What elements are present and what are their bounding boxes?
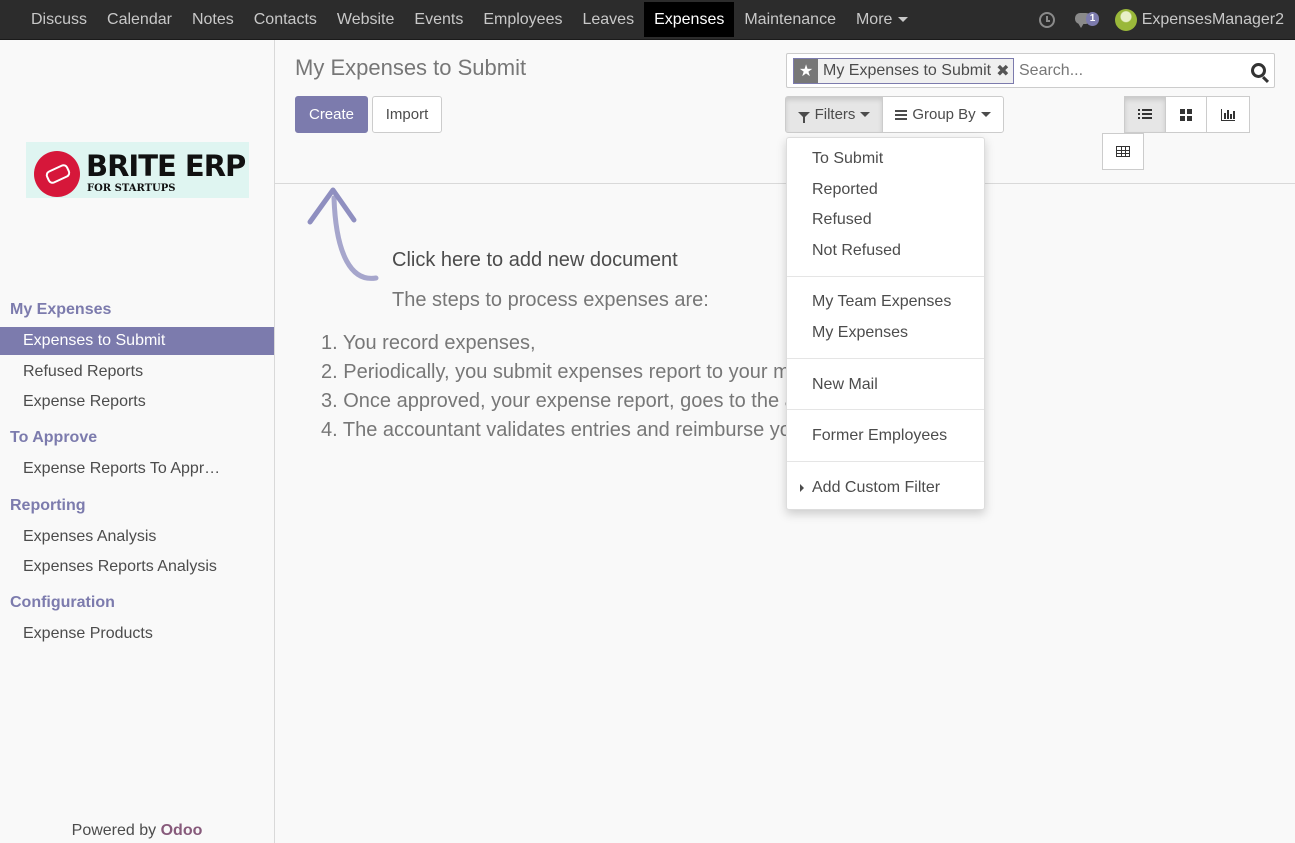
chat-counter-badge: 1 — [1085, 12, 1100, 26]
filter-former-employees[interactable]: Former Employees — [812, 427, 947, 445]
messaging-button[interactable]: 1 — [1074, 11, 1101, 29]
activity-button[interactable] — [1038, 12, 1075, 28]
user-menu[interactable]: ExpensesManager2 — [1114, 9, 1284, 31]
create-button[interactable]: Create — [295, 96, 368, 133]
curved-arrow-icon — [307, 187, 379, 281]
dropdown-divider — [787, 358, 984, 359]
groupby-label: Group By — [912, 106, 976, 123]
search-facet-label: My Expenses to Submit — [823, 62, 992, 79]
help-step: 3. Once approved, your expense report, g… — [321, 390, 791, 412]
filter-reported[interactable]: Reported — [812, 181, 878, 199]
logo-tagline: FOR STARTUPS — [87, 183, 176, 194]
dropdown-divider — [787, 276, 984, 277]
graph-view-button[interactable] — [1206, 96, 1250, 133]
search-input[interactable] — [1019, 59, 1244, 83]
pivot-view-button[interactable] — [1102, 133, 1144, 170]
help-step: 1. You record expenses, — [321, 332, 536, 354]
sidebar-item-refused-reports[interactable]: Refused Reports — [0, 358, 274, 386]
help-steps: 1. You record expenses, 2. Periodically,… — [321, 329, 791, 445]
add-custom-filter[interactable]: Add Custom Filter — [812, 479, 940, 497]
app-notes[interactable]: Notes — [182, 2, 244, 37]
import-button[interactable]: Import — [372, 96, 442, 133]
filter-not-refused[interactable]: Not Refused — [812, 242, 901, 260]
sidebar-item-expenses-to-submit[interactable]: Expenses to Submit — [0, 327, 274, 355]
search-bar: ★ My Expenses to Submit ✖ — [786, 53, 1275, 88]
filter-my-team-expenses[interactable]: My Team Expenses — [812, 293, 951, 311]
bars-icon — [895, 109, 908, 120]
app-events[interactable]: Events — [404, 2, 473, 37]
list-view-icon — [1138, 109, 1152, 120]
page-title: My Expenses to Submit — [295, 55, 527, 80]
help-step: 4. The accountant validates entries and … — [321, 419, 791, 441]
sidebar-item-expense-reports[interactable]: Expense Reports — [0, 388, 274, 416]
star-icon: ★ — [794, 59, 818, 83]
app-contacts[interactable]: Contacts — [244, 2, 327, 37]
sidebar-item-expenses-analysis[interactable]: Expenses Analysis — [0, 523, 274, 551]
section-configuration: Configuration — [10, 594, 115, 611]
facet-remove-icon[interactable]: ✖ — [996, 61, 1013, 81]
kanban-view-button[interactable] — [1165, 96, 1207, 133]
user-avatar — [1114, 9, 1137, 31]
app-more[interactable]: More — [846, 2, 918, 37]
user-name: ExpensesManager2 — [1141, 11, 1284, 28]
help-step: 2. Periodically, you submit expenses rep… — [321, 361, 791, 383]
app-menu: Discuss Calendar Notes Contacts Website … — [21, 0, 918, 40]
app-leaves[interactable]: Leaves — [572, 2, 644, 37]
dropdown-divider — [787, 461, 984, 462]
help-subtitle: The steps to process expenses are: — [392, 289, 709, 311]
section-my-expenses: My Expenses — [10, 301, 112, 318]
groupby-button[interactable]: Group By — [882, 96, 1004, 133]
filter-new-mail[interactable]: New Mail — [812, 376, 878, 394]
filter-refused[interactable]: Refused — [812, 211, 872, 229]
more-label: More — [855, 11, 893, 28]
app-discuss[interactable]: Discuss — [21, 2, 97, 37]
section-to-approve: To Approve — [10, 429, 98, 446]
powered-by: Powered by Odoo — [0, 822, 274, 840]
sidebar-item-expenses-reports-analysis[interactable]: Expenses Reports Analysis — [0, 553, 274, 581]
clock-icon — [1038, 12, 1055, 28]
list-view-button[interactable] — [1124, 96, 1166, 133]
app-calendar[interactable]: Calendar — [97, 2, 182, 37]
odoo-link[interactable]: Odoo — [161, 822, 203, 839]
app-maintenance[interactable]: Maintenance — [734, 2, 846, 37]
kanban-view-icon — [1180, 108, 1192, 121]
app-expenses[interactable]: Expenses — [644, 2, 735, 37]
help-title[interactable]: Click here to add new document — [392, 249, 678, 272]
graph-view-icon — [1221, 108, 1235, 121]
section-reporting: Reporting — [10, 497, 86, 514]
pivot-view-icon — [1116, 146, 1130, 157]
powered-by-label: Powered by — [71, 822, 157, 839]
filters-label: Filters — [814, 106, 856, 123]
dropdown-divider — [787, 409, 984, 410]
sidebar-item-expense-products[interactable]: Expense Products — [0, 620, 274, 648]
caret-down-icon — [860, 112, 871, 117]
filter-my-expenses[interactable]: My Expenses — [812, 324, 908, 342]
control-panel-divider — [275, 183, 1295, 184]
logo-mark-icon — [34, 151, 80, 197]
caret-right-icon — [800, 484, 804, 492]
logo-brand-text: BRITE ERP — [86, 149, 246, 183]
filters-button[interactable]: Filters — [785, 96, 883, 133]
search-icon[interactable] — [1251, 63, 1266, 78]
company-logo[interactable]: BRITE ERP FOR STARTUPS — [26, 142, 249, 198]
app-website[interactable]: Website — [327, 2, 405, 37]
filters-dropdown: To Submit Reported Refused Not Refused M… — [786, 137, 985, 510]
sidebar-item-expense-reports-to-approve[interactable]: Expense Reports To Appr… — [0, 455, 274, 483]
filter-to-submit[interactable]: To Submit — [812, 150, 883, 168]
caret-down-icon — [898, 17, 909, 23]
search-facet: ★ My Expenses to Submit ✖ — [793, 58, 1015, 84]
app-employees[interactable]: Employees — [473, 2, 572, 37]
systray: 1 ExpensesManager2 — [1038, 0, 1284, 40]
caret-down-icon — [980, 112, 991, 117]
filter-icon — [797, 111, 810, 123]
sidebar: BRITE ERP FOR STARTUPS My Expenses Expen… — [0, 40, 275, 843]
top-navbar: Discuss Calendar Notes Contacts Website … — [0, 0, 1295, 40]
